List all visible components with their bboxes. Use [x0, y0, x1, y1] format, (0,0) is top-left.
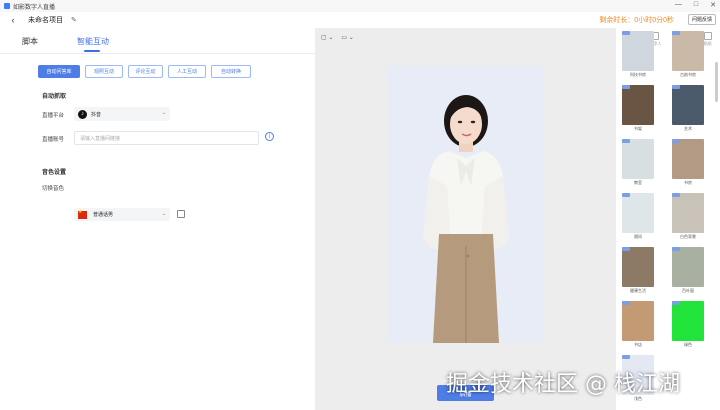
- pill-auto-switch[interactable]: 自动转换: [211, 65, 251, 78]
- title-bar: 如影数字人直播 — □ ✕: [0, 0, 720, 12]
- background-thumbnail[interactable]: 书店: [622, 301, 654, 348]
- background-label: 隔间: [634, 234, 642, 239]
- background-label: 古韵书房: [680, 72, 696, 77]
- background-thumbnail[interactable]: 书架: [622, 85, 654, 132]
- background-thumbnail[interactable]: 白色背景: [672, 193, 704, 240]
- edit-icon[interactable]: ✎: [71, 16, 77, 24]
- pill-manual-interaction[interactable]: 人工互动: [168, 65, 206, 78]
- digital-human-avatar: [423, 95, 509, 343]
- platform-value: 抖音: [91, 111, 102, 118]
- background-thumbnail[interactable]: 科技书房: [622, 31, 654, 78]
- background-label: 百叶窗: [682, 288, 694, 293]
- window-controls: — □ ✕: [675, 1, 716, 9]
- preview-toolbar: ▢ ⌄ ▭ ⌄: [321, 34, 354, 41]
- background-label: 书架: [634, 126, 642, 131]
- voice-value: 普通话男: [93, 212, 114, 218]
- background-thumbnail[interactable]: 绿色: [672, 301, 704, 348]
- badge-icon: [672, 31, 680, 35]
- background-label: 科技书房: [630, 72, 646, 77]
- background-label: 教室: [634, 180, 642, 185]
- badge-icon: [622, 355, 630, 359]
- chevron-down-icon: ⌄: [161, 110, 166, 116]
- project-name: 未命名项目: [28, 17, 63, 24]
- auto-fetch-title: 自动抓取: [42, 94, 67, 100]
- panel-tabs: 脚本 智能互动: [0, 28, 315, 54]
- badge-icon: [622, 247, 630, 251]
- background-thumbnail[interactable]: 百叶窗: [672, 247, 704, 294]
- pill-comment-interaction[interactable]: 评论互动: [128, 65, 163, 78]
- platform-select[interactable]: ♪ 抖音 ⌄: [74, 107, 170, 121]
- feedback-button[interactable]: 问题反馈: [687, 14, 716, 25]
- window-title: 如影数字人直播: [13, 4, 56, 11]
- close-button[interactable]: ✕: [710, 1, 716, 9]
- badge-icon: [672, 193, 680, 197]
- maximize-button[interactable]: □: [694, 1, 698, 9]
- background-preview: [672, 85, 704, 125]
- background-preview: [672, 31, 704, 71]
- background-preview: [622, 247, 654, 287]
- voice-select[interactable]: 普通话男 ⌄: [74, 208, 170, 221]
- background-label: 绿色: [684, 342, 692, 347]
- douyin-icon: ♪: [78, 109, 87, 119]
- scrollbar[interactable]: [715, 62, 718, 102]
- remaining-time: 剩余时长：0小时0分0秒: [599, 17, 674, 24]
- watermark-text: 掘金技术社区 @ 栈江湖: [446, 372, 680, 397]
- background-preview: [672, 301, 704, 341]
- avatar-canvas[interactable]: [387, 66, 544, 343]
- preview-area: ▢ ⌄ ▭ ⌄ 启播: [315, 28, 615, 410]
- app-logo: [4, 3, 10, 9]
- background-thumbnail[interactable]: 艺术: [672, 85, 704, 132]
- background-preview: [622, 301, 654, 341]
- ratio-selector[interactable]: ▭ ⌄: [341, 34, 353, 41]
- badge-icon: [672, 85, 680, 89]
- china-flag-icon: [78, 209, 87, 219]
- pill-watch-interaction[interactable]: 观照互动: [85, 65, 123, 78]
- chevron-down-icon: ⌄: [161, 211, 166, 217]
- background-label: 健康生活: [630, 288, 646, 293]
- pill-auto-qa[interactable]: 自动问答库: [38, 65, 80, 78]
- background-preview: [672, 193, 704, 233]
- background-label: 艺术: [684, 126, 692, 131]
- background-preview: [622, 139, 654, 179]
- voice-settings-title: 音色设置: [42, 170, 67, 176]
- tab-script[interactable]: 脚本: [22, 36, 38, 47]
- voice-preview-icon[interactable]: [177, 210, 185, 218]
- info-icon[interactable]: i: [265, 132, 274, 141]
- background-thumbnail[interactable]: 教室: [622, 139, 654, 186]
- app-header: ‹ 未命名项目 ✎ 剩余时长：0小时0分0秒 问题反馈: [0, 12, 720, 28]
- background-preview: [672, 247, 704, 287]
- account-input[interactable]: 请输入直播间链接: [74, 131, 259, 145]
- background-thumbnail[interactable]: 健康生活: [622, 247, 654, 294]
- background-label: 书店: [634, 342, 642, 347]
- right-panel: 图层 数字人 背景 贴纸 科技书房古韵书房书架艺术教室书房隔间白色背景健康生活百…: [615, 28, 720, 410]
- active-tab-indicator: [84, 50, 100, 52]
- background-preview: [622, 193, 654, 233]
- background-label: 书房: [684, 180, 692, 185]
- badge-icon: [622, 193, 630, 197]
- background-thumbnail[interactable]: 隔间: [622, 193, 654, 240]
- back-icon[interactable]: ‹: [8, 15, 18, 25]
- badge-icon: [622, 301, 630, 305]
- background-thumbnail[interactable]: 古韵书房: [672, 31, 704, 78]
- background-thumbnail[interactable]: 书房: [672, 139, 704, 186]
- interaction-mode-pills: 自动问答库 观照互动 评论互动 人工互动 自动转换: [38, 65, 251, 78]
- badge-icon: [622, 139, 630, 143]
- badge-icon: [622, 31, 630, 35]
- background-preview: [622, 85, 654, 125]
- badge-icon: [622, 85, 630, 89]
- badge-icon: [672, 139, 680, 143]
- account-label: 直播账号: [42, 137, 65, 143]
- background-preview: [622, 31, 654, 71]
- minimize-button[interactable]: —: [675, 1, 682, 9]
- badge-icon: [672, 247, 680, 251]
- tab-smart-interaction[interactable]: 智能互动: [77, 36, 109, 47]
- left-panel: 脚本 智能互动 自动问答库 观照互动 评论互动 人工互动 自动转换 自动抓取 直…: [0, 28, 315, 410]
- device-selector[interactable]: ▢ ⌄: [321, 34, 333, 41]
- background-preview: [672, 139, 704, 179]
- background-label: 白色背景: [680, 234, 696, 239]
- sticker-icon: [703, 32, 712, 40]
- badge-icon: [672, 301, 680, 305]
- platform-label: 直播平台: [42, 113, 65, 119]
- voice-label: 切换音色: [42, 186, 65, 192]
